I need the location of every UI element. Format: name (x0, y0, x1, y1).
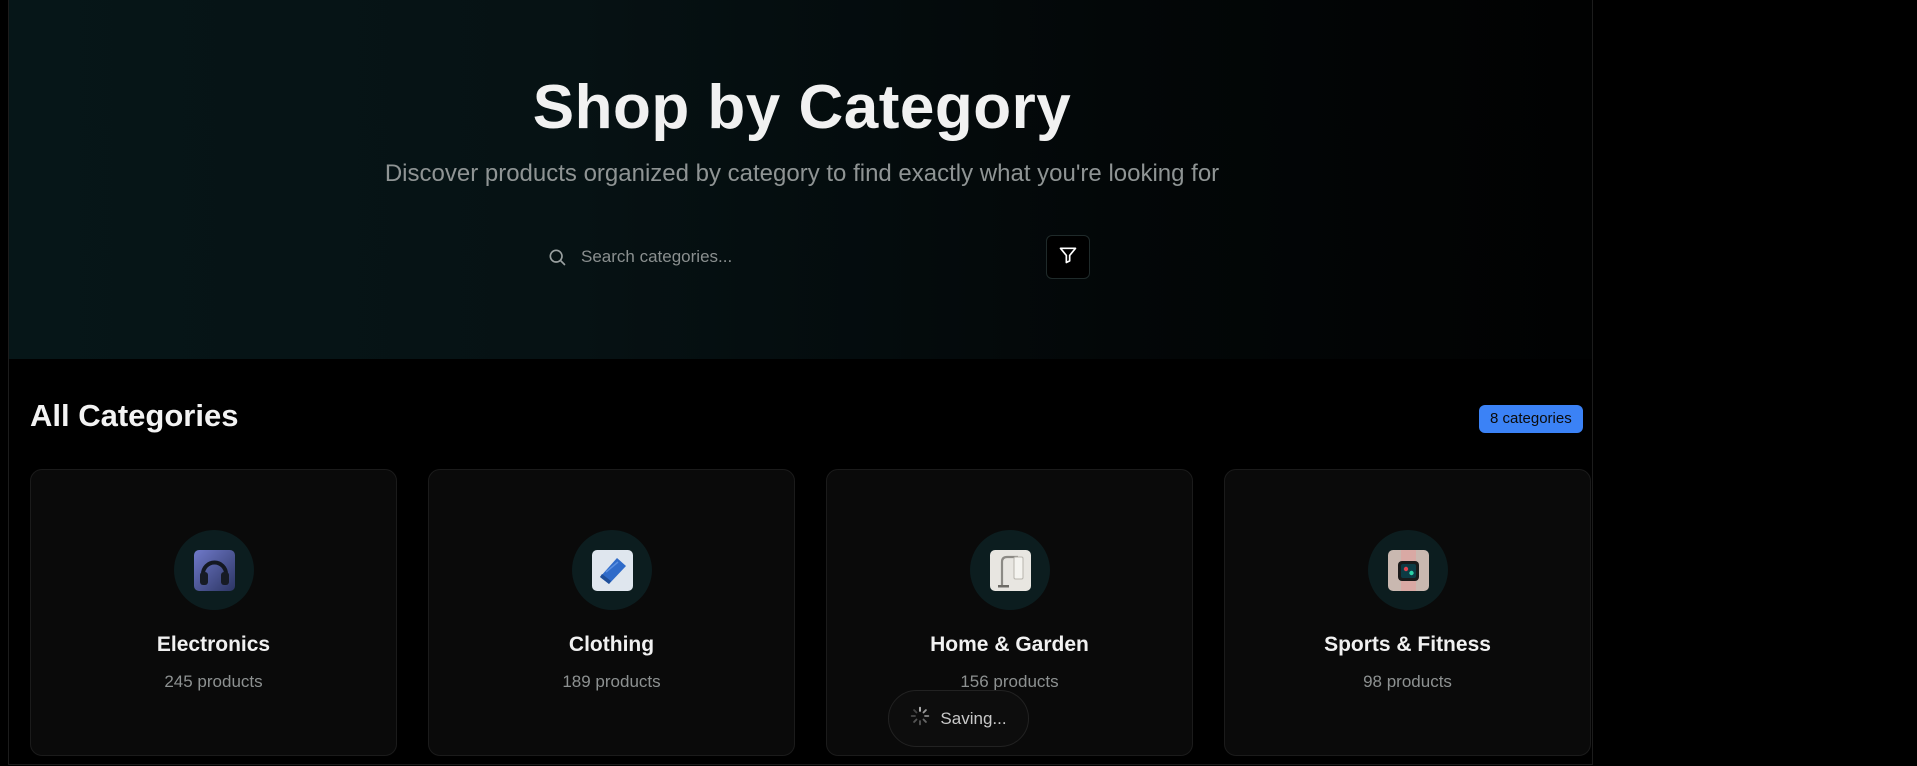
filter-icon (1058, 245, 1078, 270)
category-name: Electronics (156, 633, 271, 656)
category-icon-circle (572, 530, 652, 610)
section-title: All Categories (30, 398, 239, 433)
category-product-count: 98 products (1363, 672, 1452, 691)
page-subtitle: Discover products organized by category … (384, 160, 1220, 187)
category-icon-circle (970, 530, 1050, 610)
category-name: Home & Garden (930, 633, 1089, 656)
search-input[interactable] (579, 246, 1003, 268)
category-grid: Electronics 245 products Clothing 189 pr… (30, 469, 1591, 756)
category-icon-circle (1368, 530, 1448, 610)
page-title: Shop by Category (532, 73, 1072, 142)
category-name: Clothing (568, 633, 655, 656)
spinner-icon (910, 706, 930, 731)
category-product-count: 189 products (562, 672, 661, 691)
category-count-badge: 8 categories (1479, 405, 1583, 433)
category-name: Sports & Fitness (1324, 633, 1491, 656)
search-icon (545, 245, 569, 269)
category-card-sports-fitness[interactable]: Sports & Fitness 98 products (1224, 469, 1591, 756)
lamp-image (989, 549, 1031, 591)
saving-toast: Saving... (888, 690, 1029, 747)
category-icon-circle (174, 530, 254, 610)
headphones-image (193, 549, 235, 591)
category-product-count: 245 products (164, 672, 263, 691)
category-card-electronics[interactable]: Electronics 245 products (30, 469, 397, 756)
category-card-clothing[interactable]: Clothing 189 products (428, 469, 795, 756)
filter-button[interactable] (1046, 235, 1090, 279)
folded-shirt-image (591, 549, 633, 591)
search-bar (537, 236, 1017, 278)
category-product-count: 156 products (960, 672, 1059, 691)
toast-label: Saving... (940, 708, 1007, 728)
smartwatch-image (1387, 549, 1429, 591)
